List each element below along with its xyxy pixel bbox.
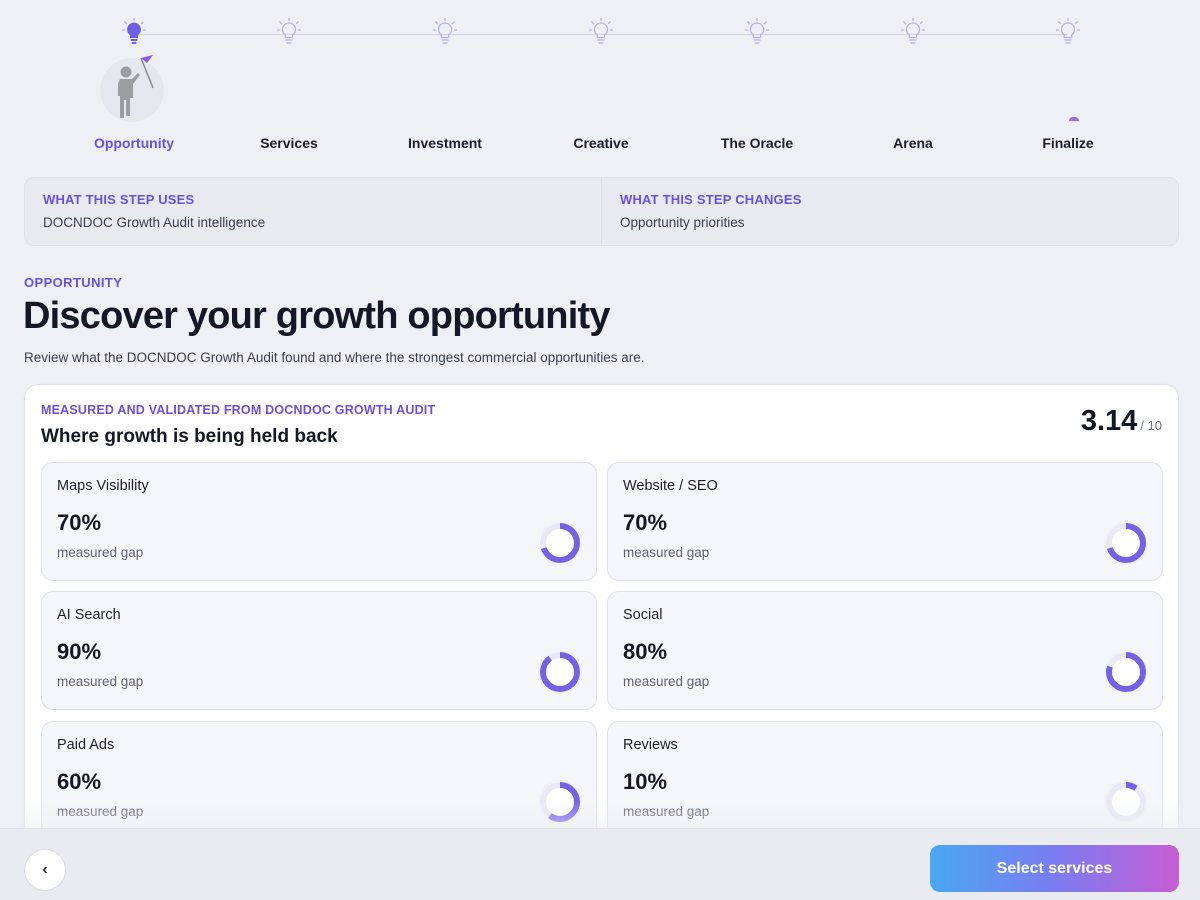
donut-gauge [1104, 650, 1148, 694]
metric-caption: measured gap [623, 804, 710, 819]
progress-stepper: Opportunity Services Investment Creative… [0, 0, 1200, 170]
lightbulb-icon [745, 18, 769, 44]
metric-card[interactable]: Paid Ads 60% measured gap [41, 721, 597, 840]
metric-percent: 90% [57, 639, 102, 664]
metric-name: Reviews [623, 737, 678, 753]
lightbulb-icon [122, 18, 146, 44]
step-the-oracle[interactable]: The Oracle [679, 0, 835, 160]
step-uses-value: DOCNDOC Growth Audit intelligence [43, 215, 266, 230]
page-title: Discover your growth opportunity [23, 295, 610, 337]
metric-card[interactable]: AI Search 90% measured gap [41, 591, 597, 710]
metric-name: Social [623, 607, 663, 623]
step-arena[interactable]: Arena [835, 0, 991, 160]
step-finalize[interactable]: Finalize [990, 0, 1146, 160]
lightbulb-icon [1056, 18, 1080, 44]
section-eyebrow: OPPORTUNITY [24, 275, 123, 290]
metric-name: AI Search [57, 607, 121, 623]
metric-caption: measured gap [623, 674, 710, 689]
lightbulb-icon [589, 18, 613, 44]
step-uses-key: WHAT THIS STEP USES [43, 192, 195, 207]
metric-percent: 80% [623, 639, 668, 664]
step-changes-value: Opportunity priorities [620, 215, 745, 230]
donut-gauge [1104, 521, 1148, 565]
card-heading: Where growth is being held back [41, 426, 338, 447]
donut-gauge [538, 650, 582, 694]
donut-gauge [538, 780, 582, 824]
metric-card[interactable]: Social 80% measured gap [607, 591, 1163, 710]
lightbulb-icon [277, 18, 301, 44]
metric-name: Paid Ads [57, 737, 115, 753]
metric-name: Website / SEO [623, 478, 718, 494]
metric-caption: measured gap [623, 545, 710, 560]
donut-gauge [538, 521, 582, 565]
step-label: The Oracle [720, 135, 794, 151]
step-uses-panel: WHAT THIS STEP USES DOCNDOC Growth Audit… [25, 178, 601, 245]
metric-name: Maps Visibility [57, 478, 149, 494]
step-label: Services [260, 135, 318, 151]
step-investment[interactable]: Investment [367, 0, 523, 160]
metric-percent: 10% [623, 769, 668, 794]
metric-percent: 70% [57, 510, 102, 535]
growth-audit-card: MEASURED AND VALIDATED FROM DOCNDOC GROW… [24, 384, 1179, 854]
step-creative[interactable]: Creative [523, 0, 679, 160]
step-changes-panel: WHAT THIS STEP CHANGES Opportunity prior… [601, 178, 1178, 245]
overall-score: 3.14/ 10 [1081, 405, 1162, 438]
step-label: Finalize [1042, 135, 1094, 151]
select-services-button[interactable]: Select services [930, 845, 1179, 892]
step-label: Creative [573, 135, 629, 151]
donut-gauge [1104, 780, 1148, 824]
lightbulb-icon [901, 18, 925, 44]
step-label: Investment [408, 135, 482, 151]
footer-bar: ‹ Select services [0, 828, 1200, 900]
lightbulb-icon [433, 18, 457, 44]
metric-caption: measured gap [57, 804, 144, 819]
step-changes-key: WHAT THIS STEP CHANGES [620, 192, 802, 207]
metric-card[interactable]: Maps Visibility 70% measured gap [41, 462, 597, 581]
person-with-flag-icon [100, 55, 164, 122]
page-subtitle: Review what the DOCNDOC Growth Audit fou… [24, 350, 645, 365]
back-button[interactable]: ‹ [24, 849, 66, 891]
metric-percent: 70% [623, 510, 668, 535]
metric-percent: 60% [57, 769, 102, 794]
step-label: Opportunity [93, 135, 175, 151]
score-value: 3.14 [1080, 405, 1138, 437]
card-overline: MEASURED AND VALIDATED FROM DOCNDOC GROW… [41, 403, 436, 417]
step-label: Arena [893, 135, 933, 151]
metric-card[interactable]: Website / SEO 70% measured gap [607, 462, 1163, 581]
step-info-bar: WHAT THIS STEP USES DOCNDOC Growth Audit… [24, 177, 1179, 246]
step-services[interactable]: Services [211, 0, 367, 160]
finalize-marker [1069, 117, 1079, 121]
metric-caption: measured gap [57, 674, 144, 689]
metric-card[interactable]: Reviews 10% measured gap [607, 721, 1163, 840]
metric-caption: measured gap [57, 545, 144, 560]
score-denominator: / 10 [1140, 418, 1162, 433]
